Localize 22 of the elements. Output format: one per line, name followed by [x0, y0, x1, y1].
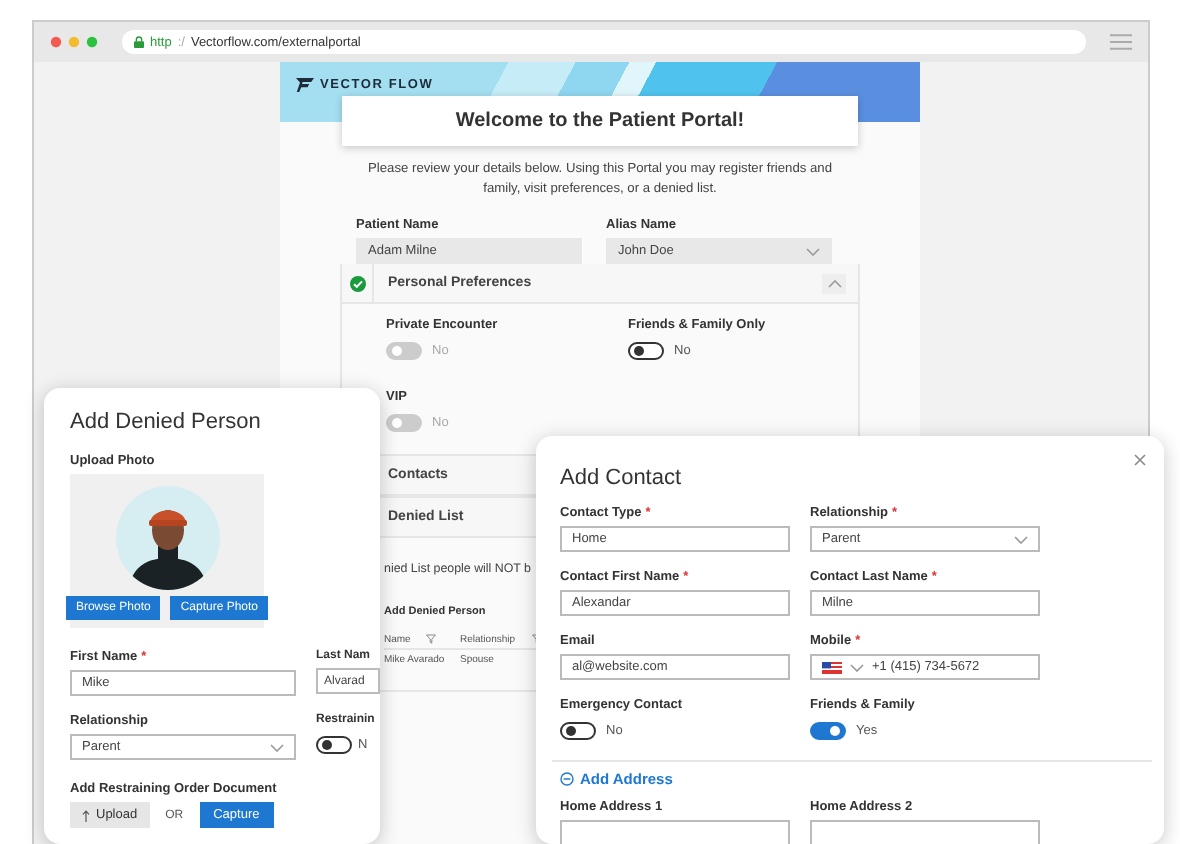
- collapse-icon: [560, 772, 574, 786]
- chevron-up-icon: [827, 279, 841, 287]
- window-buttons-icon[interactable]: [50, 36, 98, 48]
- toggle-switch[interactable]: [316, 735, 352, 753]
- chevron-down-icon: [850, 663, 864, 671]
- dialog-title: Add Contact: [560, 466, 684, 490]
- chevron-down-icon: [270, 743, 284, 751]
- chevron-down-icon: [806, 247, 820, 255]
- logo-icon: [296, 78, 314, 92]
- close-icon[interactable]: [1134, 454, 1146, 466]
- dialog-title: Add Denied Person: [70, 410, 263, 434]
- flag-icon: [822, 661, 842, 673]
- toggle-switch[interactable]: [560, 721, 596, 739]
- welcome-card: Welcome to the Patient Portal!: [342, 96, 858, 146]
- toggle-switch[interactable]: [810, 721, 846, 739]
- upload-icon: [82, 809, 90, 821]
- menu-icon[interactable]: [1110, 34, 1132, 50]
- lock-icon: [134, 36, 144, 48]
- text-field[interactable]: [810, 820, 1040, 844]
- chevron-down-icon: [1014, 535, 1028, 543]
- toggle-switch[interactable]: [628, 341, 664, 359]
- text-field[interactable]: [560, 820, 790, 844]
